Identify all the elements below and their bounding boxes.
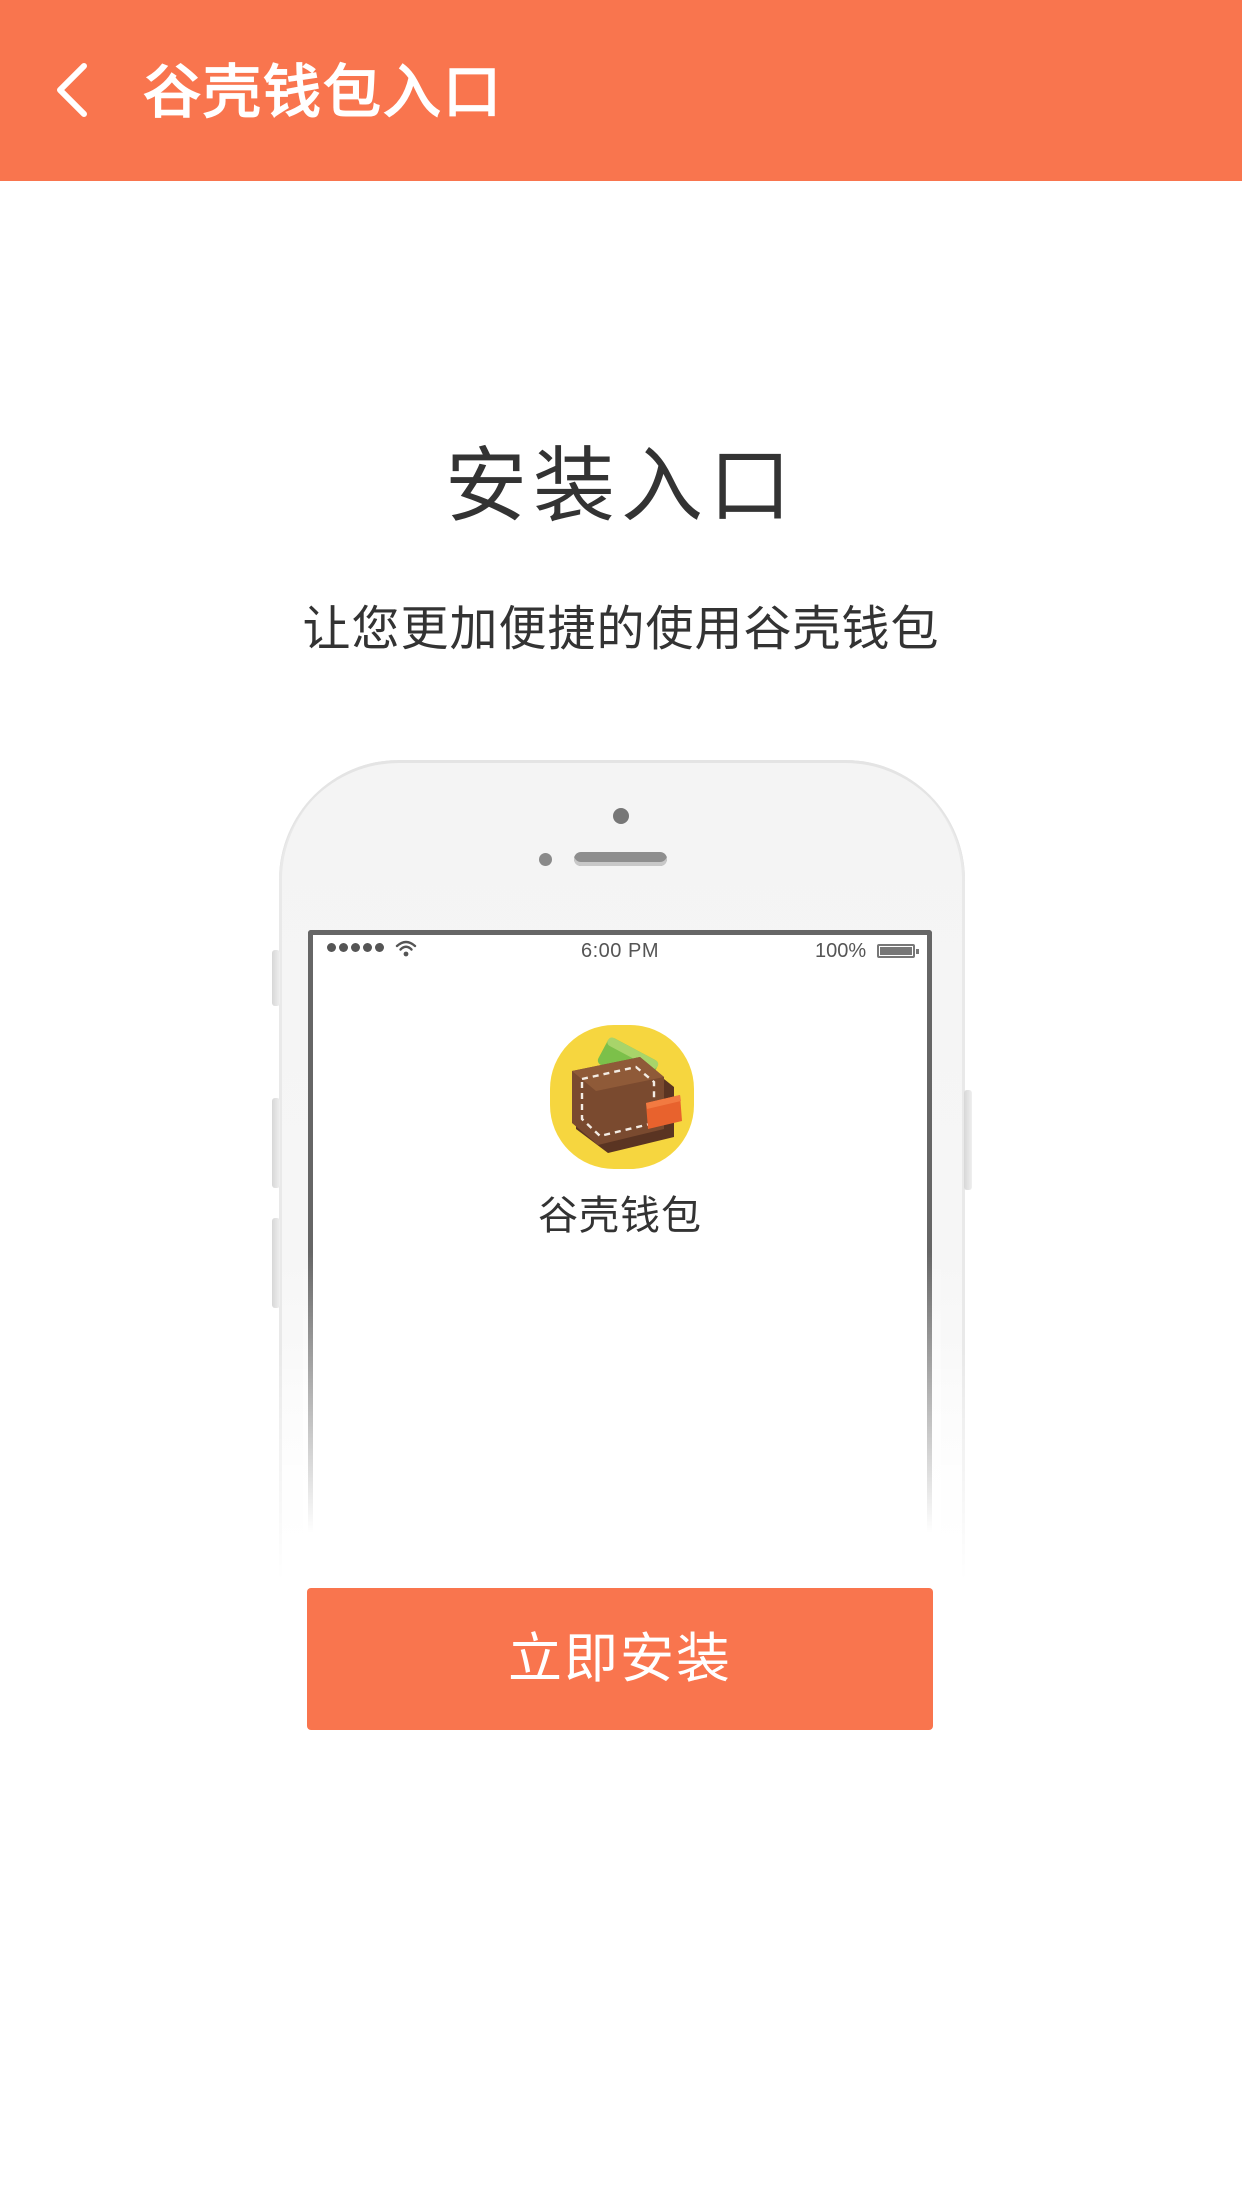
phone-mockup: 6:00 PM 100% 谷壳钱包	[272, 760, 972, 1582]
wallet-app-icon	[550, 1025, 694, 1169]
app-icon-label: 谷壳钱包	[538, 1193, 702, 1239]
earpiece-speaker	[574, 852, 667, 866]
phone-side-button	[272, 1098, 280, 1188]
status-bar: 6:00 PM 100%	[313, 935, 927, 969]
front-camera	[613, 808, 629, 824]
install-now-button[interactable]: 立即安装	[307, 1588, 933, 1730]
screen-fade-overlay	[303, 1252, 941, 1582]
phone-side-button	[272, 950, 280, 1006]
phone-side-button	[964, 1090, 972, 1190]
proximity-sensor	[539, 853, 552, 866]
back-button[interactable]	[30, 48, 114, 132]
install-entry-subtitle: 让您更加便捷的使用谷壳钱包	[302, 601, 940, 657]
battery-percentage: 100%	[815, 940, 867, 962]
battery-icon	[877, 944, 919, 958]
install-entry-heading: 安装入口	[444, 439, 797, 534]
nav-bar: 谷壳钱包入口	[0, 0, 1242, 181]
page-title: 谷壳钱包入口	[143, 58, 504, 126]
chevron-left-icon	[57, 63, 87, 117]
phone-side-button	[272, 1218, 280, 1308]
